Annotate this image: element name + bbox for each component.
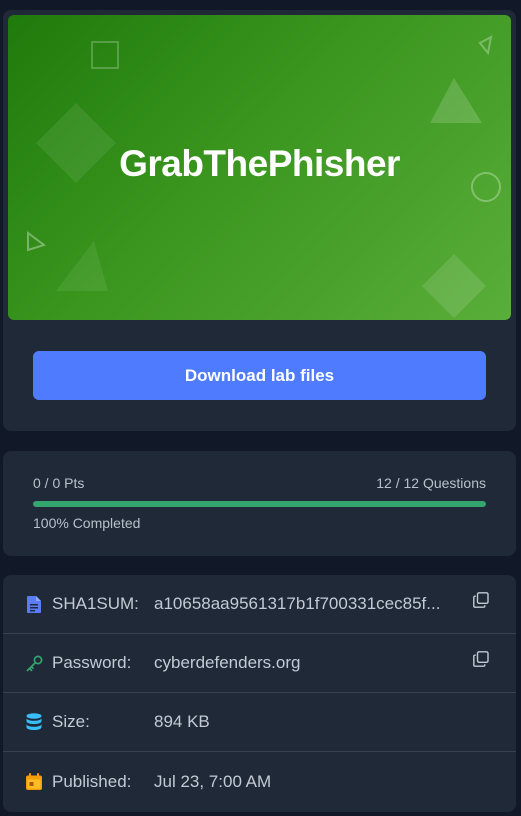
lab-card: GrabThePhisher Download lab files [3,10,516,431]
published-row: Published: Jul 23, 7:00 AM [3,752,516,811]
published-value: Jul 23, 7:00 AM [154,771,272,791]
published-label: Published: [52,771,132,791]
points-text: 0 / 0 Pts [33,475,85,491]
sha1-label: SHA1SUM: [52,594,139,613]
size-row: Size: 894 KB [3,693,516,752]
lab-banner: GrabThePhisher [8,15,511,320]
calendar-icon [25,773,43,791]
copy-password-icon[interactable] [473,651,489,667]
password-row: Password: cyberdefenders.org [3,634,516,693]
sha1-value: a10658aa9561317b1f700331cec85f... [154,594,441,613]
lab-info-card: SHA1SUM: a10658aa9561317b1f700331cec85f.… [3,575,516,812]
progress-bar-fill [33,501,486,507]
file-icon [25,595,43,613]
size-value: 894 KB [154,712,210,731]
download-lab-files-button[interactable]: Download lab files [33,351,486,400]
completed-text: 100% Completed [33,515,141,531]
password-value: cyberdefenders.org [154,653,301,672]
progress-card: 0 / 0 Pts 12 / 12 Questions 100% Complet… [3,451,516,556]
database-icon [25,713,43,731]
lab-title: GrabThePhisher [119,143,400,184]
questions-text: 12 / 12 Questions [376,475,486,491]
sha1-row: SHA1SUM: a10658aa9561317b1f700331cec85f.… [3,575,516,634]
key-icon [25,654,43,672]
copy-sha1-icon[interactable] [473,592,489,608]
progress-bar [33,501,486,507]
password-label: Password: [52,653,132,672]
size-label: Size: [52,712,90,731]
